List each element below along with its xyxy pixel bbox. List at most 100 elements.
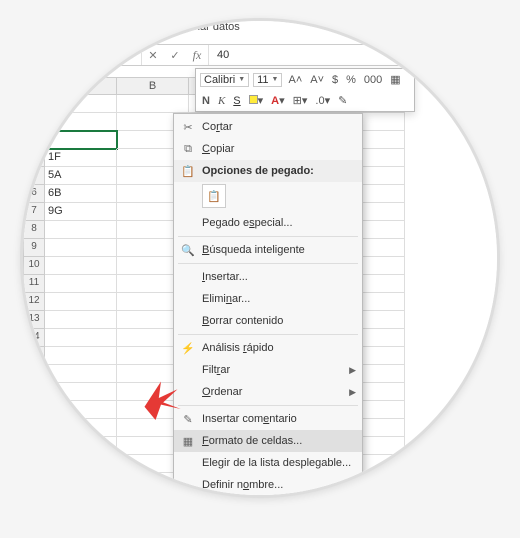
cell[interactable] xyxy=(45,131,117,149)
row-header[interactable]: 14 xyxy=(23,329,45,347)
menu-item[interactable]: Eliminar... xyxy=(174,288,362,310)
format-painter-icon[interactable]: ✎ xyxy=(336,94,349,107)
menu-label: Formato de celdas... xyxy=(202,435,302,447)
row-header[interactable]: 16 xyxy=(23,365,45,383)
decimal-icon[interactable]: .0▾ xyxy=(313,94,332,107)
cell[interactable] xyxy=(45,113,117,131)
row-header[interactable]: 15 xyxy=(23,347,45,365)
size-select[interactable]: 11▼ xyxy=(253,73,282,87)
menu-icon: ✂ xyxy=(180,119,196,135)
row-header[interactable]: 12 xyxy=(23,293,45,311)
cell[interactable] xyxy=(45,239,117,257)
borders-icon[interactable]: ▦ xyxy=(388,73,402,86)
fill-color-icon[interactable]: ▾ xyxy=(247,94,266,107)
fx-icon[interactable]: fx xyxy=(186,48,208,63)
menu-item[interactable]: Definir nombre... xyxy=(174,474,362,496)
menu-item[interactable]: 🔗Vínculo xyxy=(174,496,362,498)
cell[interactable] xyxy=(45,221,117,239)
menu-icon: ⚡ xyxy=(180,340,196,356)
cancel-icon[interactable]: ✕ xyxy=(142,49,164,62)
menu-item[interactable]: ✎Insertar comentario xyxy=(174,408,362,430)
paste-option-btn[interactable]: 📋 xyxy=(202,184,226,208)
toolbar-btn[interactable]: A˄ xyxy=(286,74,304,86)
cell[interactable] xyxy=(45,257,117,275)
cell[interactable] xyxy=(45,455,117,473)
cell[interactable]: 1F xyxy=(45,149,117,167)
row-header[interactable]: 20 xyxy=(23,437,45,455)
cell[interactable] xyxy=(45,95,117,113)
row-header[interactable]: 4 xyxy=(23,149,45,167)
menu-label: Elegir de la lista desplegable... xyxy=(202,457,351,469)
menu-item[interactable]: ⚡Análisis rápido xyxy=(174,337,362,359)
cell[interactable] xyxy=(45,293,117,311)
ribbon-group-label: ...er y transformar datos xyxy=(123,21,240,33)
cell[interactable] xyxy=(45,473,117,491)
toolbar-btn[interactable]: A˅ xyxy=(308,74,326,86)
menu-label: Insertar comentario xyxy=(202,413,297,425)
row-header[interactable]: 9 xyxy=(23,239,45,257)
row-header[interactable]: 7 xyxy=(23,203,45,221)
row-header[interactable]: 6 xyxy=(23,185,45,203)
row-header[interactable]: 23 xyxy=(23,491,45,498)
menu-item[interactable]: 🔍Búsqueda inteligente xyxy=(174,239,362,261)
col-header[interactable]: B xyxy=(117,77,189,95)
cell[interactable] xyxy=(45,419,117,437)
cell[interactable] xyxy=(45,329,117,347)
toolbar-btn[interactable]: 000 xyxy=(362,74,384,86)
cell[interactable]: 6B xyxy=(45,185,117,203)
row-header[interactable]: 13 xyxy=(23,311,45,329)
row-header[interactable]: 3 xyxy=(23,131,45,149)
menu-item[interactable]: Ordenar▶ xyxy=(174,381,362,403)
menu-item[interactable]: ▦ Formato de celdas... xyxy=(174,430,362,452)
cell[interactable] xyxy=(45,437,117,455)
menu-item[interactable]: ⧉Copiar xyxy=(174,138,362,160)
row-header[interactable]: 2 xyxy=(23,113,45,131)
row-header[interactable]: 5 xyxy=(23,167,45,185)
row-header[interactable]: 11 xyxy=(23,275,45,293)
cell[interactable] xyxy=(117,95,189,113)
dropdown-icon[interactable]: ▾ xyxy=(119,49,141,62)
cell[interactable] xyxy=(45,311,117,329)
toolbar-btn[interactable]: % xyxy=(344,74,358,86)
cell[interactable] xyxy=(45,347,117,365)
menu-item[interactable]: Borrar contenido xyxy=(174,310,362,332)
cell[interactable]: 9G xyxy=(45,203,117,221)
menu-item[interactable]: Elegir de la lista desplegable... xyxy=(174,452,362,474)
cell[interactable] xyxy=(45,401,117,419)
font-select[interactable]: Calibri▼ xyxy=(200,73,249,87)
cell[interactable] xyxy=(45,383,117,401)
row-header[interactable]: 22 xyxy=(23,473,45,491)
formula-bar: ▾ ✕ ✓ fx 40 xyxy=(118,44,500,66)
col-header[interactable]: A xyxy=(45,77,117,95)
menu-label: Borrar contenido xyxy=(202,315,283,327)
row-header[interactable]: 1 xyxy=(23,95,45,113)
font-color-icon[interactable]: A▾ xyxy=(269,94,286,107)
cell[interactable] xyxy=(45,275,117,293)
row-header[interactable]: 19 xyxy=(23,419,45,437)
menu-item[interactable]: Filtrar▶ xyxy=(174,359,362,381)
row-header[interactable]: 18 xyxy=(23,401,45,419)
cell[interactable] xyxy=(45,491,117,498)
menu-label: Insertar... xyxy=(202,271,248,283)
toolbar-btn[interactable]: N xyxy=(200,95,212,107)
mini-toolbar: Calibri▼ 11▼ A˄ A˅ $% 000 ▦ NK S ▾ A▾ ⊞▾ .0… xyxy=(195,68,415,112)
row-header[interactable]: 10 xyxy=(23,257,45,275)
menu-icon: ▦ xyxy=(180,433,196,449)
toolbar-btn[interactable]: $ xyxy=(330,74,340,86)
toolbar-btn[interactable]: K xyxy=(216,95,227,107)
cell[interactable] xyxy=(45,365,117,383)
submenu-arrow-icon: ▶ xyxy=(349,387,356,398)
underline-icon[interactable]: S xyxy=(231,95,242,107)
menu-item[interactable]: Pegado especial... xyxy=(174,212,362,234)
menu-item[interactable]: Insertar... xyxy=(174,266,362,288)
border-icon[interactable]: ⊞▾ xyxy=(291,94,310,107)
menu-item[interactable]: ✂Cortar xyxy=(174,116,362,138)
row-header[interactable]: 21 xyxy=(23,455,45,473)
menu-label: Copiar xyxy=(202,143,234,155)
row-header[interactable]: 8 xyxy=(23,221,45,239)
formula-value[interactable]: 40 xyxy=(209,49,237,61)
row-header[interactable]: 17 xyxy=(23,383,45,401)
select-all-corner[interactable] xyxy=(23,77,45,95)
confirm-icon[interactable]: ✓ xyxy=(164,49,186,62)
cell[interactable]: 5A xyxy=(45,167,117,185)
